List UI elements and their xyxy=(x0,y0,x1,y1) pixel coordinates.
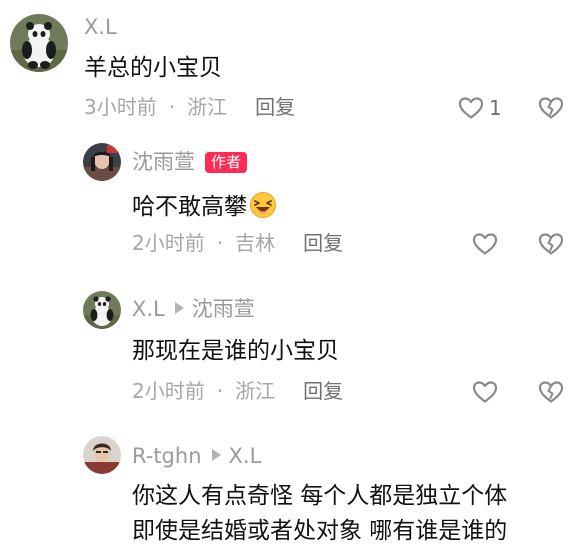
comment-time: 2小时前 xyxy=(132,231,205,255)
avatar[interactable] xyxy=(10,14,68,72)
comment-username[interactable]: 沈雨萱 作者 xyxy=(132,152,248,173)
avatar[interactable] xyxy=(83,436,121,474)
reply-target[interactable]: 沈雨萱 xyxy=(192,297,255,321)
comment-location: 吉林 xyxy=(235,231,276,255)
comment-username: R-tghn X.L xyxy=(132,446,261,467)
reply-button[interactable]: 回复 xyxy=(303,379,343,403)
reply-target[interactable]: X.L xyxy=(229,444,262,468)
meta-separator: · xyxy=(216,231,224,255)
like-button[interactable] xyxy=(472,380,498,404)
comment-meta: 2小时前 · 吉林 回复 xyxy=(132,233,343,253)
like-count: 1 xyxy=(489,96,502,120)
reply-author[interactable]: R-tghn xyxy=(132,444,202,468)
reply-arrow-icon xyxy=(211,449,221,461)
comment-item: X.L 羊总的小宝贝 3小时前 · 浙江 回复 1 xyxy=(0,0,578,135)
comment-time: 2小时前 xyxy=(132,379,205,403)
avatar[interactable] xyxy=(83,143,121,181)
broken-heart-icon xyxy=(538,97,564,119)
dislike-button[interactable] xyxy=(538,232,564,260)
like-button[interactable]: 1 xyxy=(458,96,502,120)
reply-item: X.L 沈雨萱 那现在是谁的小宝贝 2小时前 · 浙江 回复 xyxy=(0,285,578,425)
reply-item: R-tghn X.L 你这人有点奇怪 每个人都是独立个体 即使是结婚或者处对象 哪… xyxy=(0,430,578,550)
comment-text: 羊总的小宝贝 xyxy=(84,55,222,81)
heart-icon xyxy=(472,381,498,403)
reply-arrow-icon xyxy=(174,302,184,314)
comment-username: X.L 沈雨萱 xyxy=(132,299,255,320)
dislike-button[interactable] xyxy=(538,380,564,408)
comment-meta: 2小时前 · 浙江 回复 xyxy=(132,381,343,401)
comment-location: 浙江 xyxy=(187,95,228,119)
author-badge: 作者 xyxy=(205,152,248,173)
reply-author[interactable]: X.L xyxy=(132,297,165,321)
reply-item: 沈雨萱 作者 哈不敢高攀 2小时前 · 吉林 回复 xyxy=(0,135,578,275)
comment-text: 那现在是谁的小宝贝 xyxy=(132,338,339,364)
comment-text: 哈不敢高攀 xyxy=(132,191,277,224)
comment-meta: 3小时前 · 浙江 回复 xyxy=(84,97,295,117)
comment-text-line: 你这人有点奇怪 每个人都是独立个体 xyxy=(132,483,508,509)
grinning-squinting-emoji-icon xyxy=(249,191,277,224)
broken-heart-icon xyxy=(538,233,564,255)
meta-separator: · xyxy=(168,95,176,119)
reply-button[interactable]: 回复 xyxy=(255,95,295,119)
heart-icon xyxy=(458,97,484,119)
reply-button[interactable]: 回复 xyxy=(303,231,343,255)
heart-icon xyxy=(472,233,498,255)
comment-username[interactable]: X.L xyxy=(84,17,117,38)
avatar[interactable] xyxy=(83,291,121,329)
comment-text-line: 即使是结婚或者处对象 哪有谁是谁的 xyxy=(132,518,508,544)
broken-heart-icon xyxy=(538,381,564,403)
meta-separator: · xyxy=(216,379,224,403)
comment-location: 浙江 xyxy=(235,379,276,403)
dislike-button[interactable] xyxy=(538,96,564,124)
comment-time: 3小时前 xyxy=(84,95,157,119)
like-button[interactable] xyxy=(472,232,498,256)
